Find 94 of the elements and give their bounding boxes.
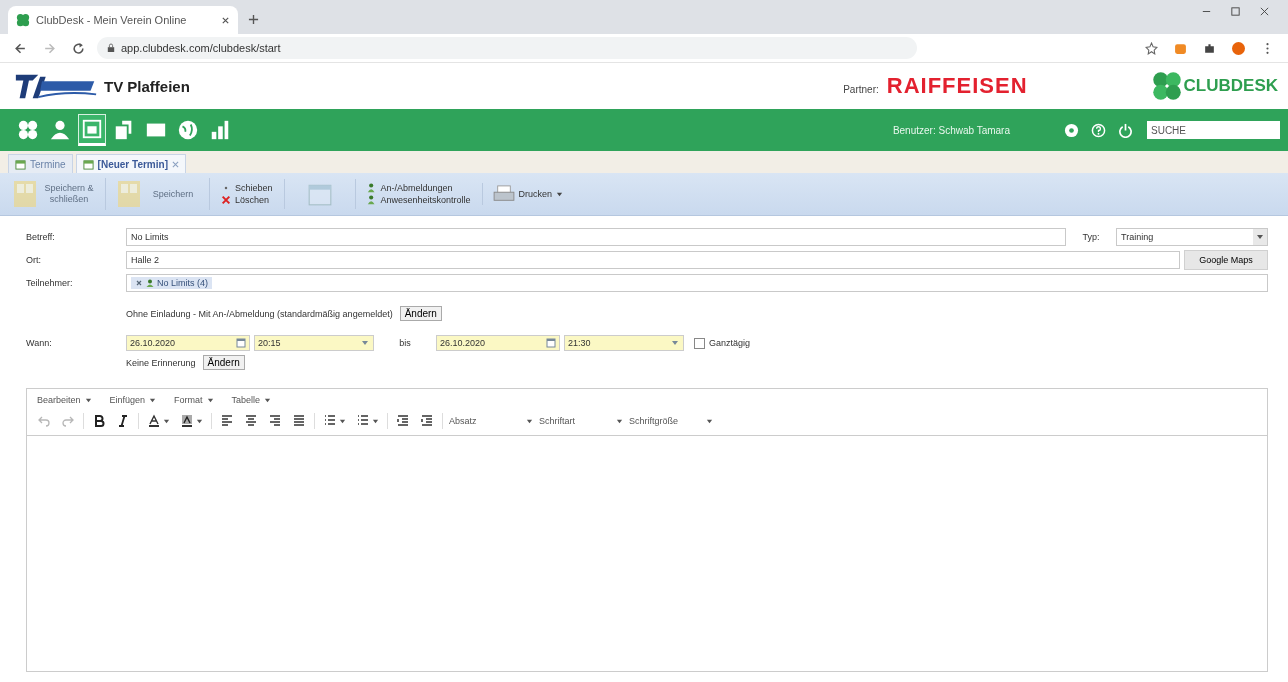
tab[interactable]: [Neuer Termin] [75, 154, 186, 173]
type-dropdown[interactable]: Training [1116, 228, 1268, 246]
invitation-text: Ohne Einladung - Mit An-/Abmeldung (standardmäßig angemeldet) [126, 308, 393, 319]
power-icon[interactable] [1118, 122, 1133, 138]
sponsor-label: Partner: [843, 83, 879, 95]
numbers-icon [356, 414, 370, 428]
field-label: Typ: [1081, 232, 1101, 242]
close-icon[interactable] [1259, 5, 1270, 17]
printer-icon [492, 185, 515, 203]
participants-field[interactable]: No Limits (4) [126, 274, 1268, 292]
calendar-icon [15, 158, 26, 170]
sponsor-logo: RAIFFEISEN [886, 73, 1028, 99]
text-editor[interactable]: Bearbeiten Einfügen Format Tabelle Absatz Schriftart Schriftgröße [26, 388, 1268, 672]
field-label: Betreff: [26, 232, 56, 242]
person-icon [146, 279, 154, 287]
caret-icon [163, 417, 170, 425]
editor-menu[interactable]: Einfügen [109, 395, 157, 405]
tab-label: [Neuer Termin] [97, 158, 168, 170]
address-bar[interactable]: app.clubdesk.com/clubdesk/start [97, 37, 917, 59]
url-text: app.clubdesk.com/clubdesk/start [121, 42, 281, 54]
bullets-icon [323, 414, 337, 428]
caret-icon [149, 396, 157, 404]
until-label: bis [398, 338, 412, 348]
back-icon[interactable] [14, 41, 27, 55]
new-tab-icon[interactable] [248, 14, 259, 25]
start-time-field[interactable]: 20:15 [254, 335, 374, 351]
all-day-label: Ganztägig [709, 338, 751, 348]
field-label: Teilnehmer: [26, 278, 74, 288]
delete-icon [221, 195, 231, 205]
close-icon[interactable] [221, 15, 230, 25]
caret-icon [339, 417, 346, 425]
brand-logo: CLUBDESK [1183, 76, 1278, 96]
browser-tab[interactable]: ClubDesk - Mein Verein Online [8, 6, 238, 34]
end-date-field[interactable]: 26.10.2020 [436, 335, 560, 351]
caret-icon [526, 417, 533, 425]
participant-chip[interactable]: No Limits (4) [131, 277, 212, 289]
maximize-icon[interactable] [1230, 5, 1241, 17]
user-label: Benutzer: Schwab Tamara [892, 124, 1010, 136]
caret-icon[interactable] [1253, 229, 1267, 245]
field-label: Wann: [26, 338, 53, 348]
calendar-icon [82, 158, 94, 170]
search-field[interactable]: SUCHE [1147, 121, 1280, 139]
toolbar-button[interactable]: Schieben [218, 183, 276, 193]
puzzle-icon[interactable] [1203, 41, 1216, 55]
change-button[interactable]: Ändern [202, 355, 245, 370]
toolbar-button[interactable]: Anwesenheitskontrolle [363, 195, 474, 205]
caret-icon [372, 417, 379, 425]
person-icon [366, 183, 377, 193]
save-icon [13, 180, 37, 208]
tab[interactable]: Termine [8, 154, 73, 173]
editor-menu[interactable]: Bearbeiten [37, 395, 92, 405]
field-label: Ort: [26, 255, 42, 265]
caret-icon [616, 417, 623, 425]
extension-icon[interactable] [1174, 41, 1187, 55]
calendar-icon[interactable] [236, 338, 246, 348]
settings-icon[interactable] [1064, 122, 1079, 138]
clover-icon [1151, 71, 1182, 101]
tab-title: ClubDesk - Mein Verein Online [36, 14, 188, 26]
all-day-checkbox[interactable] [694, 337, 705, 349]
bgcolor-icon [180, 414, 194, 428]
save-icon [117, 180, 141, 208]
caret-icon [264, 396, 272, 404]
editor-menu[interactable]: Tabelle [231, 395, 272, 405]
club-name: TV Plaffeien [104, 77, 190, 95]
lock-icon [107, 43, 115, 53]
subject-field[interactable]: No Limits [126, 228, 1066, 246]
avatar-icon[interactable] [1232, 41, 1245, 55]
editor-dropdown[interactable]: Schriftart [539, 416, 623, 426]
caret-icon [84, 396, 92, 404]
end-time-field[interactable]: 21:30 [564, 335, 684, 351]
print-button[interactable]: Drucken [481, 183, 567, 205]
location-field[interactable]: Halle 2 [126, 251, 1180, 269]
reminder-text: Keine Erinnerung [126, 357, 196, 368]
change-button[interactable]: Ändern [399, 306, 442, 321]
toolbar-button[interactable]: Löschen [218, 195, 276, 205]
calendar-icon[interactable] [546, 338, 556, 348]
person-icon [366, 195, 377, 205]
editor-dropdown[interactable]: Schriftgröße [629, 416, 713, 426]
caret-icon [556, 190, 564, 198]
reload-icon[interactable] [72, 41, 85, 55]
tab-label: Termine [30, 158, 66, 170]
star-icon[interactable] [1145, 41, 1158, 55]
editor-menu[interactable]: Format [174, 395, 214, 405]
caret-icon [706, 417, 713, 425]
start-date-field[interactable]: 26.10.2020 [126, 335, 250, 351]
clover-icon [16, 13, 30, 27]
google-maps-button[interactable]: Google Maps [1184, 250, 1268, 270]
toolbar-button[interactable]: An-/Abmeldungen [363, 183, 474, 193]
fontcolor-icon [147, 414, 161, 428]
remove-icon[interactable] [135, 279, 143, 287]
help-icon[interactable] [1091, 122, 1106, 138]
caret-icon [206, 396, 214, 404]
caret-icon [196, 417, 203, 425]
editor-dropdown[interactable]: Absatz [449, 416, 533, 426]
